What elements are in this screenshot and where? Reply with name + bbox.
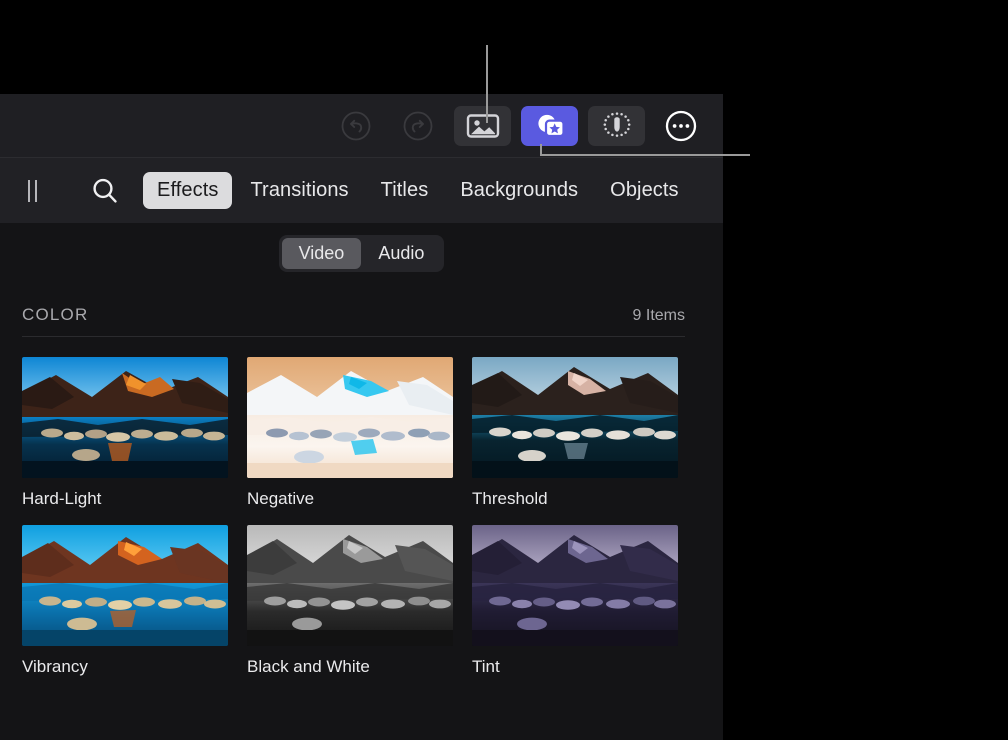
section-header: COLOR 9 Items bbox=[22, 305, 685, 337]
effect-label-threshold: Threshold bbox=[472, 489, 678, 509]
search-icon bbox=[89, 175, 121, 207]
effect-cell-hard-light[interactable]: Hard-Light bbox=[22, 357, 228, 509]
thumbnail-image-threshold bbox=[472, 357, 678, 478]
undo-button[interactable] bbox=[330, 106, 382, 146]
effect-thumbnail-hard-light[interactable] bbox=[22, 357, 228, 478]
tab-objects[interactable]: Objects bbox=[596, 172, 693, 209]
effect-cell-vibrancy[interactable]: Vibrancy bbox=[22, 525, 228, 677]
effect-label-negative: Negative bbox=[247, 489, 453, 509]
search-button[interactable] bbox=[89, 175, 121, 207]
effect-label-hard-light: Hard-Light bbox=[22, 489, 228, 509]
undo-icon bbox=[340, 110, 372, 142]
enhance-button[interactable] bbox=[588, 106, 645, 146]
tab-titles[interactable]: Titles bbox=[367, 172, 443, 209]
effect-thumbnail-threshold[interactable] bbox=[472, 357, 678, 478]
redo-button[interactable] bbox=[392, 106, 444, 146]
effects-browser-panel: Video Audio COLOR 9 Items bbox=[0, 223, 723, 740]
effects-browser-button[interactable] bbox=[521, 106, 578, 146]
tab-list: Effects Transitions Titles Backgrounds O… bbox=[143, 172, 693, 209]
effect-thumbnail-vibrancy[interactable] bbox=[22, 525, 228, 646]
thumbnail-image-negative bbox=[247, 357, 453, 478]
effect-cell-black-and-white[interactable]: Black and White bbox=[247, 525, 453, 677]
thumbnail-image-tint bbox=[472, 525, 678, 646]
magic-wand-icon bbox=[601, 111, 633, 141]
segment-video[interactable]: Video bbox=[282, 238, 362, 269]
thumbnail-image-hard-light bbox=[22, 357, 228, 478]
app-toolbar bbox=[0, 94, 723, 157]
photo-icon bbox=[466, 112, 500, 140]
section-title: COLOR bbox=[22, 305, 88, 325]
sidebar-toggle-button[interactable] bbox=[21, 179, 43, 203]
video-audio-segmented-control: Video Audio bbox=[279, 235, 445, 272]
tab-transitions[interactable]: Transitions bbox=[236, 172, 362, 209]
toolbar-button-group bbox=[330, 94, 707, 157]
tab-backgrounds[interactable]: Backgrounds bbox=[446, 172, 592, 209]
effect-cell-tint[interactable]: Tint bbox=[472, 525, 678, 677]
callout-line-effects-browser-horizontal bbox=[540, 154, 750, 156]
effect-label-vibrancy: Vibrancy bbox=[22, 657, 228, 677]
callout-line-media-browser bbox=[486, 45, 488, 123]
redo-icon bbox=[402, 110, 434, 142]
section-item-count: 9 Items bbox=[633, 307, 685, 325]
effects-grid: Hard-Light bbox=[22, 357, 723, 677]
effect-label-black-and-white: Black and White bbox=[247, 657, 453, 677]
effect-thumbnail-black-and-white[interactable] bbox=[247, 525, 453, 646]
screenshot-root: Effects Transitions Titles Backgrounds O… bbox=[0, 0, 1008, 740]
browser-tab-bar: Effects Transitions Titles Backgrounds O… bbox=[0, 157, 723, 223]
segment-audio[interactable]: Audio bbox=[361, 238, 441, 269]
effect-cell-negative[interactable]: Negative bbox=[247, 357, 453, 509]
effect-label-tint: Tint bbox=[472, 657, 678, 677]
ellipsis-circle-icon bbox=[664, 109, 698, 143]
more-options-button[interactable] bbox=[655, 106, 707, 146]
segmented-control-wrapper: Video Audio bbox=[0, 223, 723, 272]
media-browser-button[interactable] bbox=[454, 106, 511, 146]
effect-thumbnail-negative[interactable] bbox=[247, 357, 453, 478]
thumbnail-image-vibrancy bbox=[22, 525, 228, 646]
thumbnail-image-black-and-white bbox=[247, 525, 453, 646]
effect-thumbnail-tint[interactable] bbox=[472, 525, 678, 646]
effects-star-icon bbox=[533, 112, 567, 140]
sidebar-toggle-bar-right bbox=[35, 180, 37, 202]
sidebar-toggle-bar-left bbox=[28, 180, 30, 202]
effect-cell-threshold[interactable]: Threshold bbox=[472, 357, 678, 509]
tab-effects[interactable]: Effects bbox=[143, 172, 232, 209]
